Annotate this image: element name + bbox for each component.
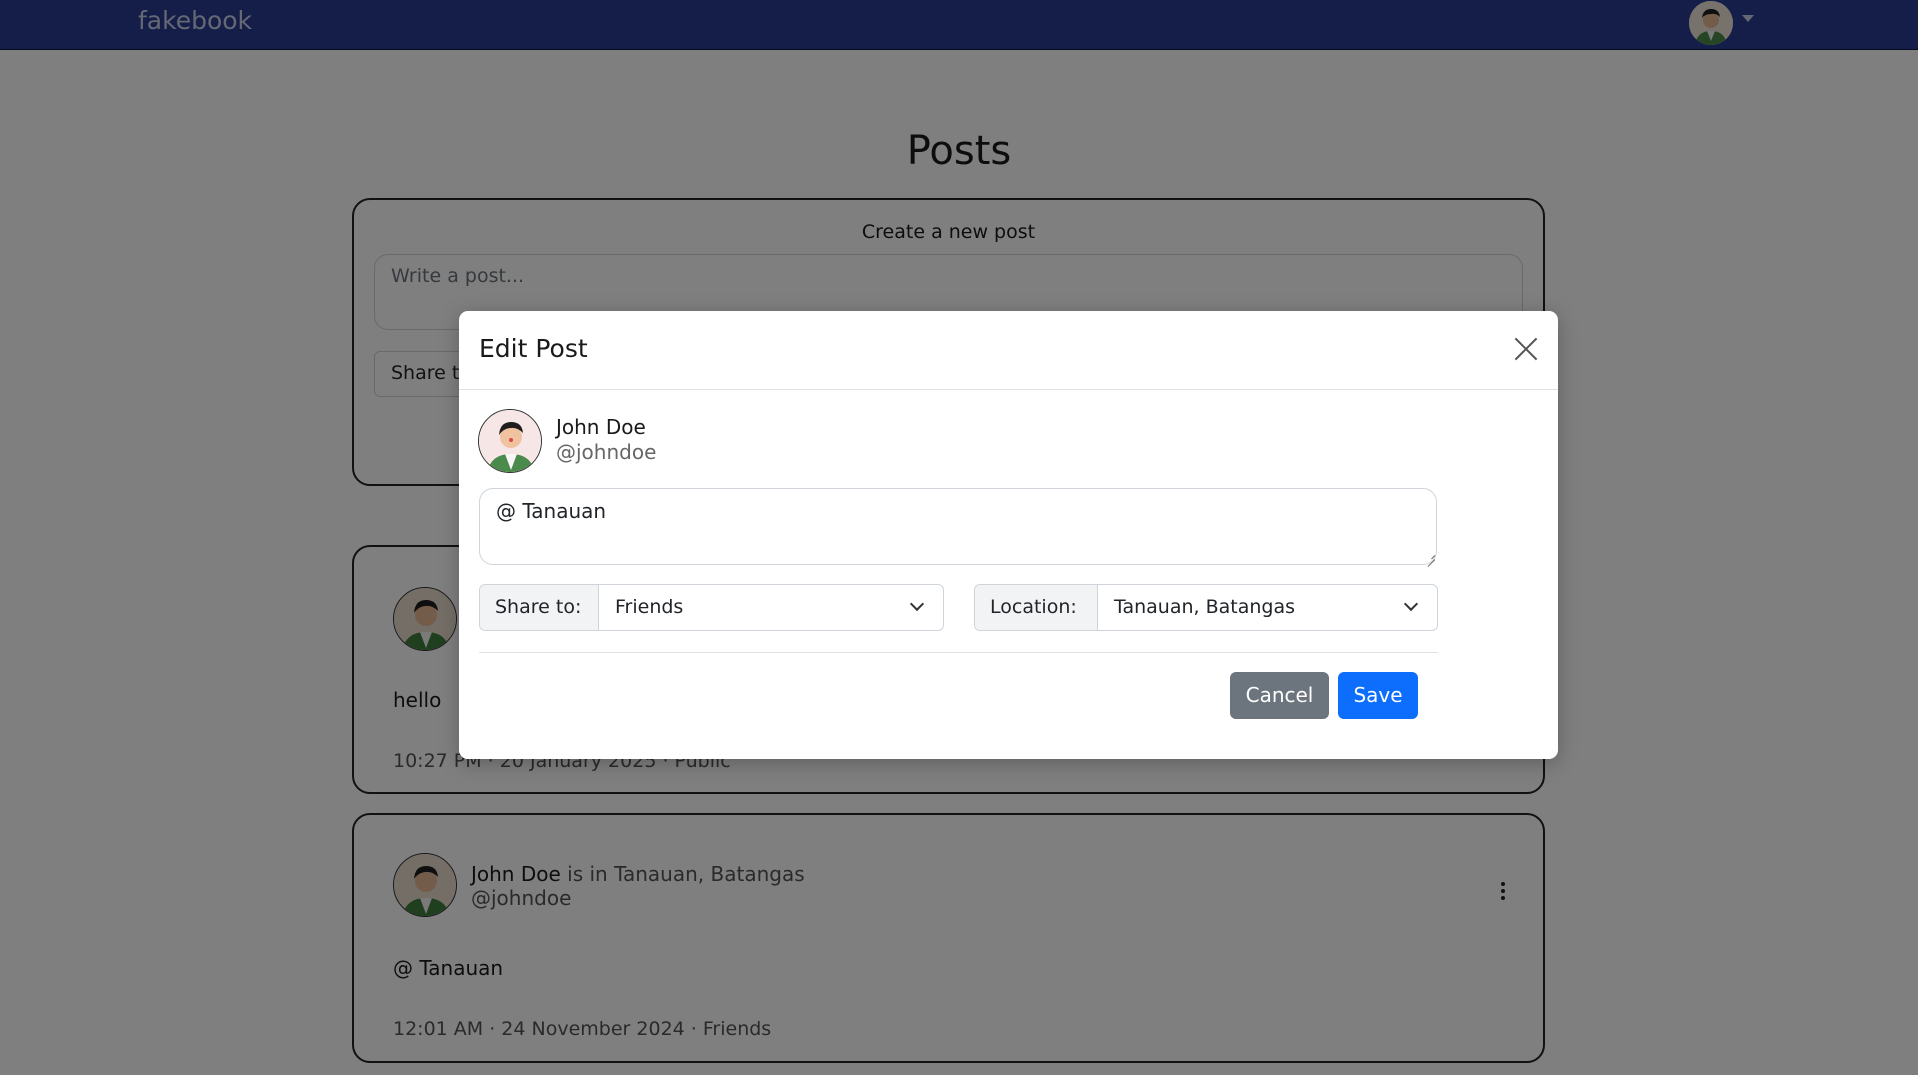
share-to-value[interactable]: Friends <box>615 596 683 618</box>
location-value[interactable]: Tanauan, Batangas <box>1114 596 1295 618</box>
chevron-down-icon <box>1403 596 1419 612</box>
chevron-down-icon <box>909 596 925 612</box>
modal-user-handle: @johndoe <box>556 440 657 464</box>
edit-post-modal: Edit Post John Doe @johndoe @ Tanauan Sh… <box>459 311 1558 759</box>
modal-header: Edit Post <box>459 311 1558 390</box>
modal-title: Edit Post <box>479 334 588 363</box>
modal-avatar <box>478 409 542 473</box>
cancel-button[interactable]: Cancel <box>1230 672 1329 719</box>
share-to-label: Share to: <box>480 585 599 630</box>
edit-post-textarea[interactable]: @ Tanauan <box>479 488 1437 565</box>
save-button[interactable]: Save <box>1338 672 1418 719</box>
resize-handle-icon[interactable] <box>1425 552 1435 562</box>
location-label: Location: <box>975 585 1098 630</box>
modal-user-name: John Doe <box>556 415 646 439</box>
close-icon[interactable] <box>1513 336 1539 362</box>
share-to-select[interactable]: Share to: Friends <box>479 584 944 631</box>
location-select[interactable]: Location: Tanauan, Batangas <box>974 584 1438 631</box>
modal-divider <box>479 652 1438 653</box>
